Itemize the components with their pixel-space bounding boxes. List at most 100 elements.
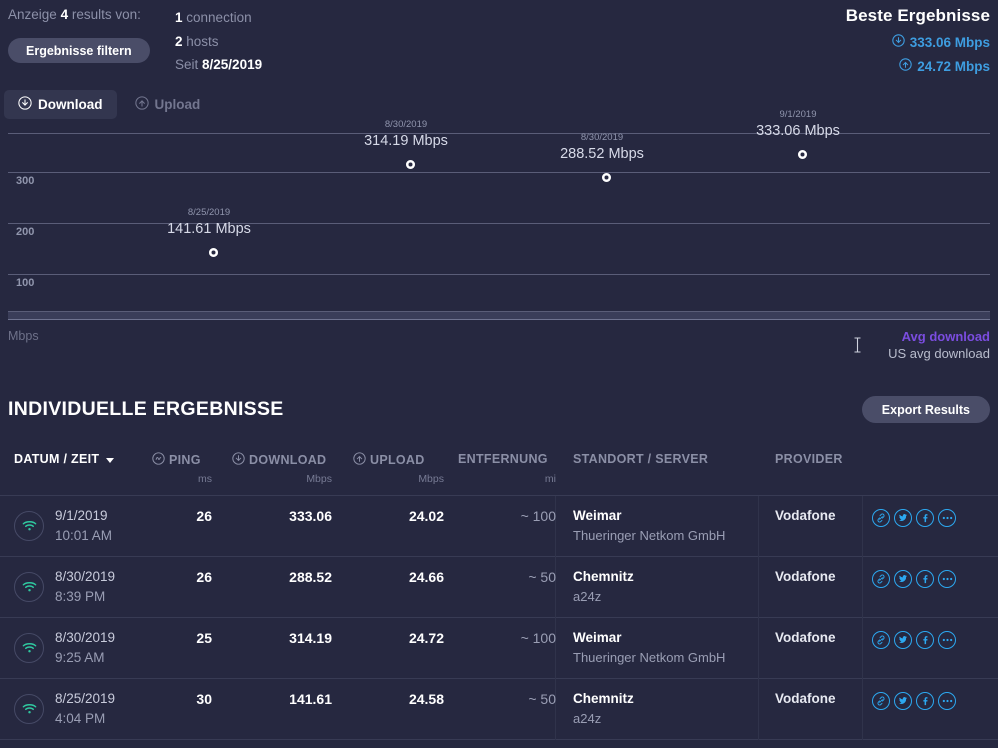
tab-upload[interactable]: Upload — [121, 90, 215, 119]
tab-download[interactable]: Download — [4, 90, 117, 119]
twitter-icon[interactable] — [894, 631, 912, 649]
row-download: 333.06 — [289, 508, 332, 524]
chart-point-value: 141.61 Mbps — [167, 221, 251, 237]
column-header-distance[interactable]: ENTFERNUNG — [458, 452, 548, 466]
facebook-icon[interactable] — [916, 631, 934, 649]
row-upload: 24.72 — [408, 630, 444, 646]
twitter-icon[interactable] — [894, 509, 912, 527]
y-axis-label-300: 300 — [16, 175, 35, 187]
row-divider — [862, 679, 863, 740]
column-header-provider[interactable]: PROVIDER — [775, 452, 843, 466]
best-upload-value: 24.72 Mbps — [917, 58, 990, 74]
more-icon[interactable] — [938, 631, 956, 649]
export-results-button[interactable]: Export Results — [861, 396, 990, 423]
column-header-download[interactable]: DOWNLOAD — [232, 452, 326, 468]
chart-point-value: 288.52 Mbps — [560, 146, 644, 162]
row-location: Chemnitz — [573, 569, 634, 584]
row-provider: Vodafone — [775, 508, 836, 523]
more-icon[interactable] — [938, 692, 956, 710]
table-header-row: DATUM / ZEIT PING ms DOWNLOAD Mbps UPLOA… — [0, 440, 998, 496]
row-distance: ~ 50 — [528, 691, 556, 707]
summary-stats: 1 connection 2 hosts Seit 8/25/2019 — [175, 6, 262, 77]
showing-suffix: results von: — [71, 7, 141, 22]
row-ping: 26 — [196, 508, 212, 524]
tab-download-label: Download — [38, 97, 103, 112]
row-distance: ~ 100 — [520, 508, 556, 524]
column-header-datetime[interactable]: DATUM / ZEIT — [14, 452, 115, 466]
link-icon[interactable] — [872, 631, 890, 649]
chart-point-dot — [602, 173, 611, 182]
row-actions — [872, 692, 956, 710]
column-header-datetime-label: DATUM / ZEIT — [14, 452, 100, 466]
chart-gridline-100 — [8, 274, 990, 275]
column-unit-download: Mbps — [306, 473, 332, 485]
link-icon[interactable] — [872, 570, 890, 588]
column-header-upload-label: UPLOAD — [370, 453, 425, 467]
row-divider — [555, 496, 556, 557]
chart-gridline-top — [8, 133, 990, 134]
chart-legend: Avg download US avg download — [888, 328, 990, 362]
wifi-icon — [14, 694, 44, 724]
row-ping: 30 — [196, 691, 212, 707]
facebook-icon[interactable] — [916, 570, 934, 588]
chart-point-date: 8/30/2019 — [384, 119, 428, 130]
row-download: 288.52 — [289, 569, 332, 585]
row-divider — [862, 618, 863, 679]
wifi-icon — [14, 633, 44, 663]
facebook-icon[interactable] — [916, 692, 934, 710]
filter-results-button[interactable]: Ergebnisse filtern — [8, 38, 150, 63]
since-label: Seit — [175, 57, 199, 72]
row-distance: ~ 100 — [520, 630, 556, 646]
upload-circle-icon — [353, 452, 366, 468]
more-icon[interactable] — [938, 570, 956, 588]
row-download: 141.61 — [289, 691, 332, 707]
table-row[interactable]: 8/25/2019 4:04 PM 30 141.61 24.58 ~ 50 C… — [0, 679, 998, 740]
connections-label: connection — [186, 10, 252, 25]
row-divider — [555, 679, 556, 740]
upload-circle-icon — [899, 58, 912, 74]
chart-point-value: 333.06 Mbps — [756, 123, 840, 139]
row-time: 10:01 AM — [55, 528, 113, 543]
column-header-location[interactable]: STANDORT / SERVER — [573, 452, 708, 466]
row-time: 9:25 AM — [55, 650, 105, 665]
facebook-icon[interactable] — [916, 509, 934, 527]
page-title: INDIVIDUELLE ERGEBNISSE — [8, 398, 284, 420]
download-circle-icon — [18, 96, 32, 113]
row-ping: 26 — [196, 569, 212, 585]
twitter-icon[interactable] — [894, 570, 912, 588]
row-divider — [758, 618, 759, 679]
results-count-text: Anzeige 4 results von: — [8, 7, 141, 22]
row-time: 8:39 PM — [55, 589, 106, 604]
row-download: 314.19 — [289, 630, 332, 646]
column-header-ping[interactable]: PING — [152, 452, 201, 468]
chart-gridline-300 — [8, 172, 990, 173]
hosts-count: 2 — [175, 33, 183, 49]
y-axis-label-200: 200 — [16, 226, 35, 238]
table-row[interactable]: 9/1/2019 10:01 AM 26 333.06 24.02 ~ 100 … — [0, 496, 998, 557]
chart-point-date: 8/25/2019 — [187, 207, 231, 218]
row-server: Thueringer Netkom GmbH — [573, 650, 726, 665]
wifi-icon — [14, 572, 44, 602]
column-header-upload[interactable]: UPLOAD — [353, 452, 425, 468]
legend-avg-download: Avg download — [901, 329, 990, 344]
row-divider — [862, 496, 863, 557]
chart-point-date: 9/1/2019 — [779, 109, 817, 120]
twitter-icon[interactable] — [894, 692, 912, 710]
link-icon[interactable] — [872, 509, 890, 527]
avg-download-band — [8, 311, 990, 320]
connections-count: 1 — [175, 10, 183, 25]
row-upload: 24.58 — [408, 691, 444, 707]
chart-point-dot — [798, 150, 807, 159]
more-icon[interactable] — [938, 509, 956, 527]
row-ping: 25 — [196, 630, 212, 646]
table-row[interactable]: 8/30/2019 9:25 AM 25 314.19 24.72 ~ 100 … — [0, 618, 998, 679]
best-results-title: Beste Ergebnisse — [845, 6, 990, 25]
link-icon[interactable] — [872, 692, 890, 710]
speed-history-chart[interactable]: 300 200 100 8/25/2019 141.61 Mbps 8/30/2… — [8, 109, 990, 323]
upload-circle-icon — [134, 96, 149, 113]
showing-prefix: Anzeige — [8, 7, 57, 22]
table-row[interactable]: 8/30/2019 8:39 PM 26 288.52 24.66 ~ 50 C… — [0, 557, 998, 618]
best-results-panel: Beste Ergebnisse 333.06 Mbps 24.72 Mbps — [846, 6, 990, 74]
chart-point-value: 314.19 Mbps — [364, 133, 448, 149]
row-actions — [872, 631, 956, 649]
